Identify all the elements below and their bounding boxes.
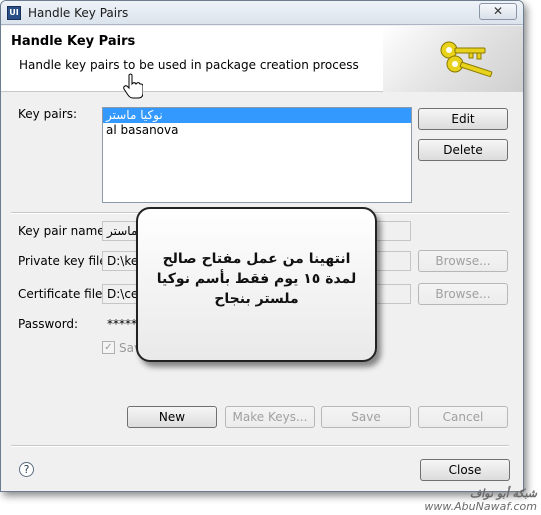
keys-icon [440, 41, 493, 77]
list-item[interactable]: نوكيا ماستر [103, 108, 411, 123]
edit-button[interactable]: Edit [418, 108, 508, 130]
watermark-arabic: شبكة أبو نواف [469, 487, 537, 500]
annotation-callout: انتهينا من عمل مفتاح صالح لمدة ١٥ يوم فق… [136, 207, 377, 362]
app-icon: UI [7, 6, 21, 20]
banner-art [383, 26, 523, 92]
dialog-window: UI Handle Key Pairs ✕ Handle Key Pairs H… [0, 0, 524, 492]
save-password-checkbox[interactable]: ✓ [102, 341, 115, 354]
key-pairs-list[interactable]: نوكيا ماستر al basanova [102, 107, 412, 203]
list-item-label: al basanova [106, 123, 179, 137]
banner-title: Handle Key Pairs [11, 34, 136, 49]
close-button[interactable]: Close [420, 459, 510, 481]
watermark-url: www.AbuNawaf.com [424, 500, 537, 513]
list-item-label: نوكيا ماستر [106, 108, 163, 122]
private-key-label: Private key file: [18, 254, 111, 268]
browse-private-key-button[interactable]: Browse... [418, 250, 508, 272]
key-pairs-label: Key pairs: [18, 107, 78, 121]
help-icon[interactable]: ? [19, 462, 34, 477]
make-keys-button[interactable]: Make Keys... [225, 406, 315, 428]
dialog-banner: Handle Key Pairs Handle key pairs to be … [1, 26, 523, 92]
browse-certificate-button[interactable]: Browse... [418, 283, 508, 305]
hand-cursor-icon [123, 73, 143, 99]
key-pair-name-label: Key pair name: [18, 224, 109, 238]
password-label: Password: [18, 317, 79, 331]
watermark: شبكة أبو نواف www.AbuNawaf.com [424, 487, 537, 513]
list-item[interactable]: al basanova [103, 123, 411, 138]
new-button[interactable]: New [127, 406, 217, 428]
save-button[interactable]: Save [321, 406, 411, 428]
delete-button[interactable]: Delete [418, 139, 508, 161]
separator [11, 445, 509, 447]
cancel-button[interactable]: Cancel [418, 406, 508, 428]
close-icon: ✕ [492, 4, 504, 18]
window-close-button[interactable]: ✕ [479, 3, 517, 20]
title-bar: UI Handle Key Pairs ✕ [1, 1, 523, 25]
banner-description: Handle key pairs to be used in package c… [19, 58, 359, 72]
certificate-label: Certificate file: [18, 287, 107, 301]
window-title: Handle Key Pairs [28, 6, 129, 20]
